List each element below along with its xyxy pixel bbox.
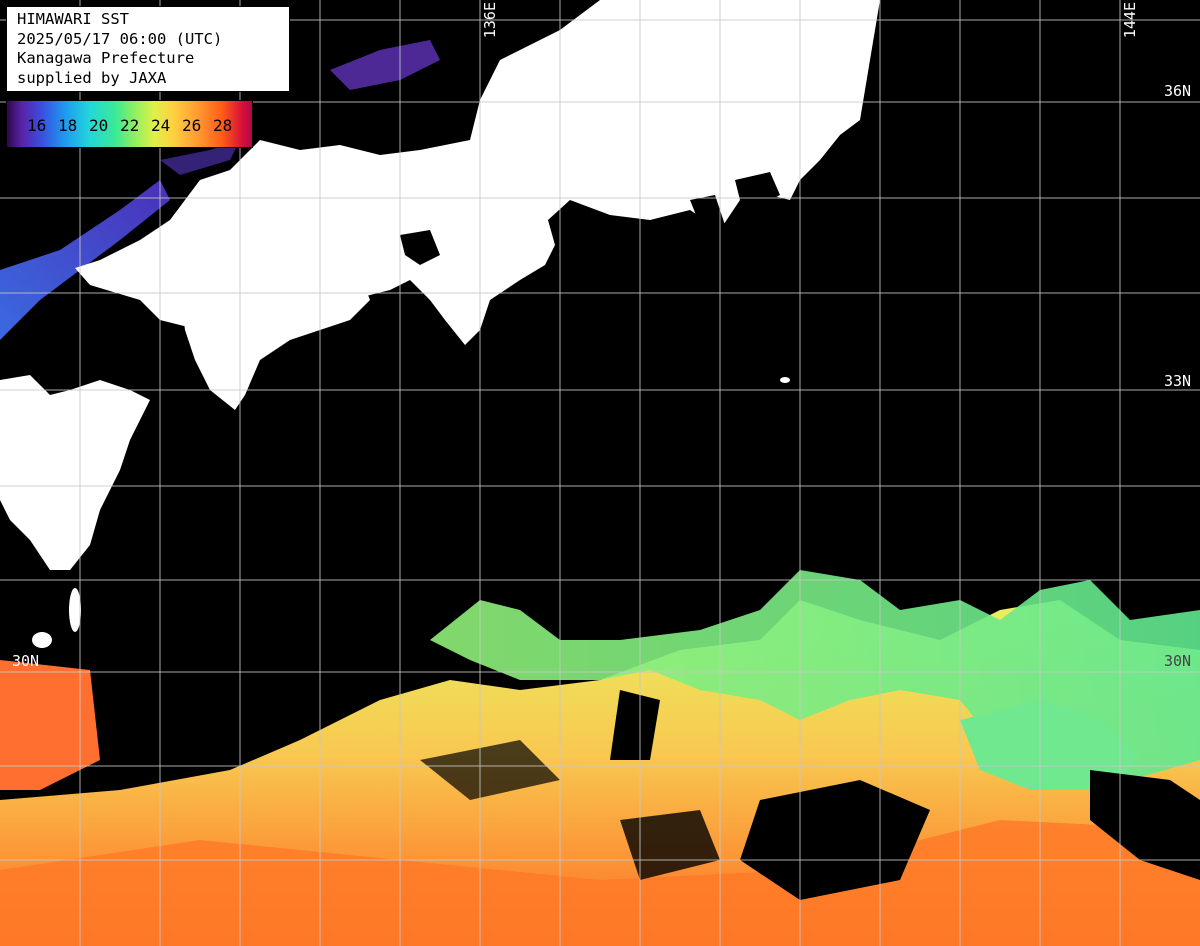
legend-tick: 28: [213, 116, 233, 135]
info-box: HIMAWARI SST 2025/05/17 06:00 (UTC) Kana…: [6, 6, 290, 92]
lon-label-144e: 144E: [1121, 2, 1139, 39]
legend-tick: 26: [182, 116, 202, 135]
lat-label-36n: 36N: [1164, 82, 1192, 100]
product-title: HIMAWARI SST: [17, 10, 129, 28]
legend-tick: 20: [89, 116, 109, 135]
lon-label-136e: 136E: [481, 2, 499, 39]
timestamp: 2025/05/17 06:00 (UTC): [17, 29, 223, 48]
legend-tick: 24: [151, 116, 171, 135]
lat-label-33n: 33N: [1164, 372, 1192, 390]
legend-tick: 16: [27, 116, 47, 135]
land-mass: [0, 0, 880, 648]
legend-tick: 18: [58, 116, 78, 135]
lat-label-30n-right: 30N: [1164, 652, 1192, 670]
sst-map: 136E 144E 36N 33N 30N 30N HIMAWARI SST 2…: [0, 0, 1200, 946]
region-name: Kanagawa Prefecture: [17, 49, 195, 67]
lat-label-30n-left: 30N: [12, 652, 40, 670]
temperature-legend: 16 18 20 22 24 26 28: [6, 100, 253, 148]
data-credit: supplied by JAXA: [17, 68, 167, 87]
legend-tick: 22: [120, 116, 140, 135]
